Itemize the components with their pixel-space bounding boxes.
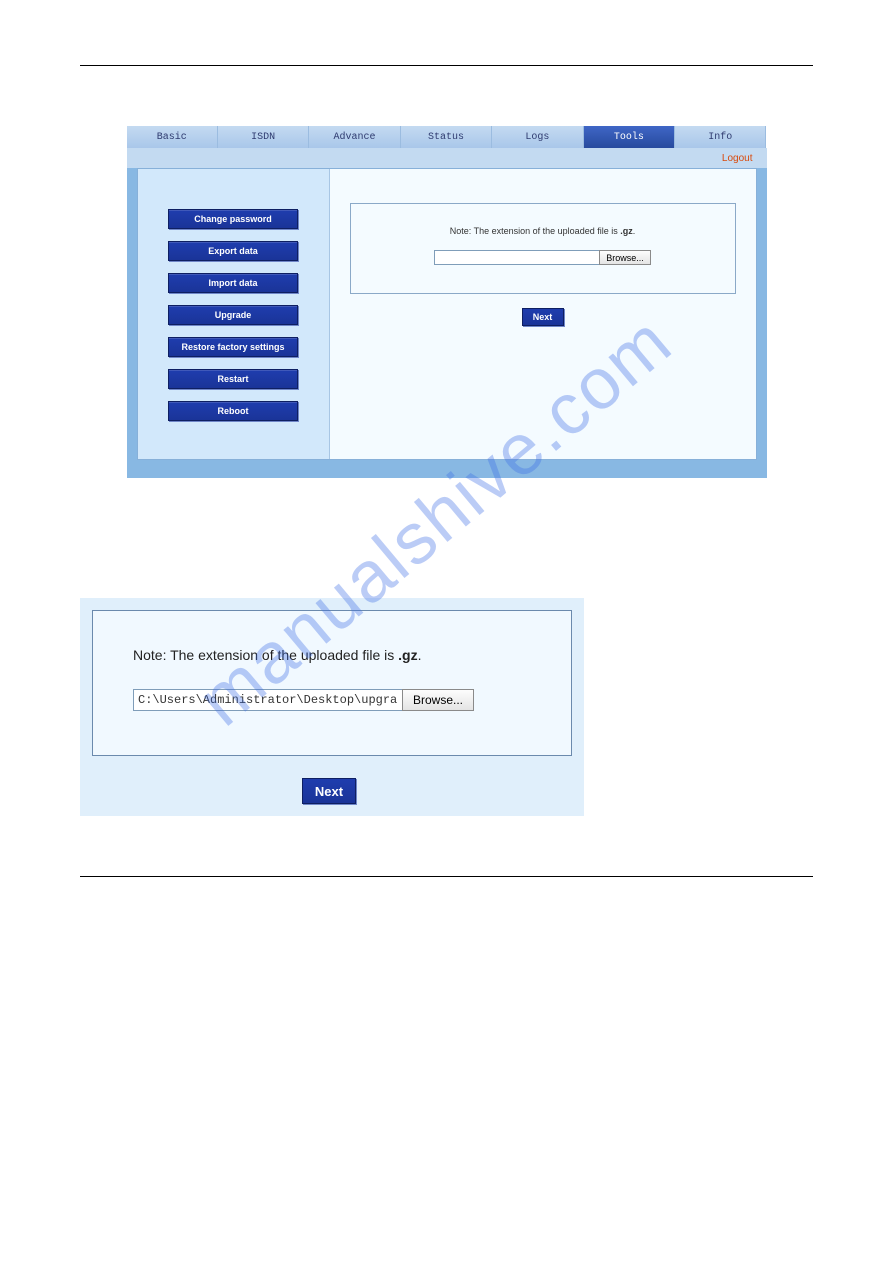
tools-sidebar: Change password Export data Import data … xyxy=(138,169,330,459)
tab-basic[interactable]: Basic xyxy=(127,126,218,148)
tab-tools[interactable]: Tools xyxy=(584,126,675,148)
sidebar-restore-factory[interactable]: Restore factory settings xyxy=(168,337,298,357)
browse-button-zoom[interactable]: Browse... xyxy=(402,689,474,711)
next-button[interactable]: Next xyxy=(522,308,564,326)
logout-link[interactable]: Logout xyxy=(722,153,753,164)
screenshot-upload-zoom: Note: The extension of the uploaded file… xyxy=(80,598,584,816)
sidebar-change-password[interactable]: Change password xyxy=(168,209,298,229)
upload-note-zoom: Note: The extension of the uploaded file… xyxy=(133,647,531,663)
sidebar-export-data[interactable]: Export data xyxy=(168,241,298,261)
page-rule-top xyxy=(80,65,813,66)
page-rule-bot xyxy=(80,876,813,877)
upload-note: Note: The extension of the uploaded file… xyxy=(369,226,717,236)
sidebar-upgrade[interactable]: Upgrade xyxy=(168,305,298,325)
tab-isdn[interactable]: ISDN xyxy=(218,126,309,148)
sidebar-restart[interactable]: Restart xyxy=(168,369,298,389)
next-button-zoom[interactable]: Next xyxy=(302,778,356,804)
sidebar-reboot[interactable]: Reboot xyxy=(168,401,298,421)
browse-button[interactable]: Browse... xyxy=(599,250,651,265)
upload-box: Note: The extension of the uploaded file… xyxy=(350,203,736,294)
header-strip: Logout xyxy=(127,148,767,168)
sidebar-import-data[interactable]: Import data xyxy=(168,273,298,293)
top-tabbar: Basic ISDN Advance Status Logs Tools Inf… xyxy=(127,126,767,148)
file-path-input-zoom[interactable] xyxy=(133,689,403,711)
screenshot-tools-panel: Basic ISDN Advance Status Logs Tools Inf… xyxy=(127,126,767,478)
tab-info[interactable]: Info xyxy=(675,126,766,148)
tab-status[interactable]: Status xyxy=(401,126,492,148)
tab-logs[interactable]: Logs xyxy=(492,126,583,148)
tab-advance[interactable]: Advance xyxy=(309,126,400,148)
file-path-input[interactable] xyxy=(434,250,600,265)
